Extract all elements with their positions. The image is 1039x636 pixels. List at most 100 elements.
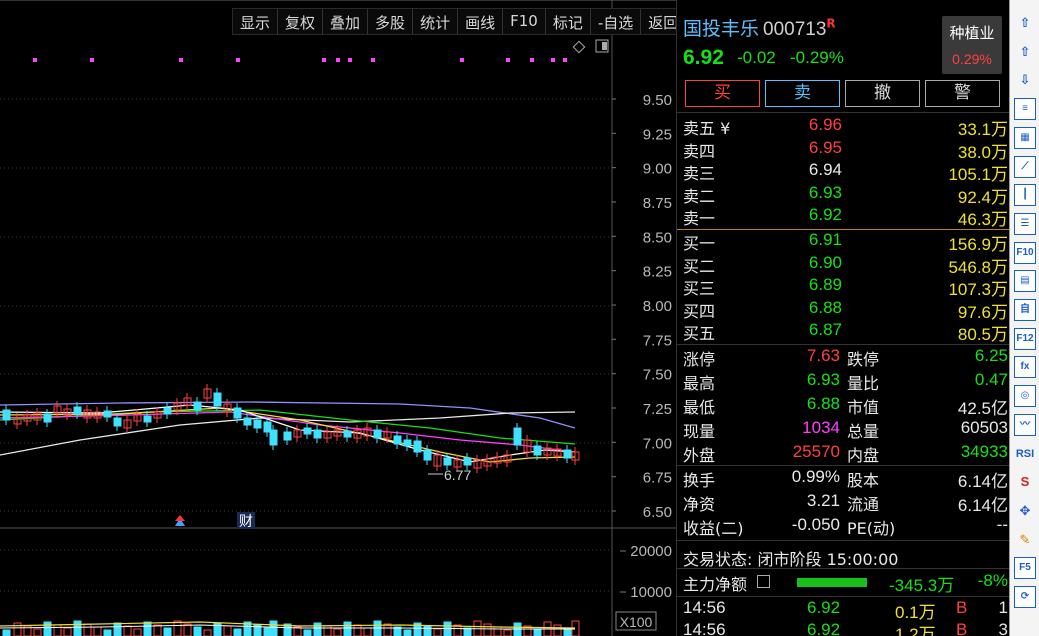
f5-icon[interactable]: F5 — [1014, 557, 1036, 580]
tick-price: 6.92 — [807, 620, 841, 636]
toolbar-item-7[interactable]: 标记 — [546, 9, 591, 34]
volume-bar — [203, 629, 212, 636]
diamond-icon — [572, 40, 586, 54]
main-net-flow[interactable]: 主力净额 -345.3万 -8% — [677, 571, 1010, 595]
news-icon[interactable]: ☰ — [1014, 212, 1036, 235]
asks-label: 卖三 — [683, 164, 716, 184]
line-chart-icon[interactable]: ⟋ — [1014, 155, 1036, 178]
volume-bar — [333, 628, 342, 636]
stat-label: 股本 — [847, 471, 880, 490]
notice-icon[interactable]: 自 — [1014, 299, 1036, 321]
up-hollow-arrow-icon[interactable]: ⇧ — [1014, 41, 1036, 63]
tick-row[interactable]: 14:56 6.92 1.2万 B 3 — [677, 620, 1010, 636]
bids-row[interactable]: 买四 6.88 97.6万 — [677, 298, 1010, 322]
signal-dot — [348, 58, 352, 62]
bids-volume: 107.3万 — [948, 280, 1008, 300]
cancel-order-button[interactable]: 撤 — [845, 80, 920, 107]
formula-icon[interactable]: fx — [1014, 356, 1036, 379]
volume-bar — [343, 621, 352, 636]
toolbar-item-3[interactable]: 多股 — [368, 9, 414, 34]
industry-pct: 0.29% — [952, 51, 992, 67]
asks-volume: 46.3万 — [957, 210, 1008, 230]
bids-volume: 546.8万 — [948, 257, 1008, 277]
doc-icon[interactable]: ▤ — [1014, 270, 1036, 293]
bids-row[interactable]: 买三 6.89 107.3万 — [677, 275, 1010, 300]
kline-chart-area[interactable]: 9.50 9.25 9.00 8.75 8.50 8.25 8.00 7.75 7.50 7.25… — [0, 0, 687, 636]
stat-value: -0.050 — [791, 515, 840, 534]
asks-row[interactable]: 卖二 6.93 92.4万 — [677, 183, 1010, 207]
toolbar-item-8[interactable]: -自选 — [591, 9, 642, 34]
signal-dot — [322, 58, 326, 62]
rsi-icon[interactable]: RSI — [1014, 443, 1036, 465]
grid-icon[interactable]: ▦ — [1014, 126, 1036, 149]
volume-axis-label: 20000 — [630, 543, 672, 560]
signal-dot — [563, 58, 567, 62]
stat-value: -- — [996, 515, 1008, 534]
volume-bar — [433, 628, 442, 636]
stock-title[interactable]: 国投丰乐 000713R — [683, 14, 836, 41]
volume-bar — [53, 624, 62, 636]
bids-row[interactable]: 买二 6.90 546.8万 — [677, 253, 1010, 277]
toolbar-item-0[interactable]: 显示 — [233, 9, 279, 34]
buy-button[interactable]: 买 — [685, 80, 760, 107]
asks-volume: 38.0万 — [957, 142, 1008, 162]
stat-value: 42.5亿 — [957, 399, 1008, 418]
f12-icon[interactable]: F12 — [1014, 327, 1036, 350]
list-icon[interactable]: ≡ — [1014, 98, 1036, 121]
volume-bar — [269, 620, 278, 636]
asks-row[interactable]: 卖一 6.92 46.3万 — [677, 205, 1010, 230]
candle-body — [2, 409, 11, 421]
candle-body — [213, 392, 222, 407]
toolbar-item-4[interactable]: 统计 — [413, 9, 459, 34]
divider — [677, 596, 1010, 597]
move-icon[interactable]: ✥ — [1014, 500, 1036, 522]
refresh-icon[interactable]: ⟳ — [1014, 586, 1036, 608]
dollar-icon[interactable]: S — [1014, 471, 1036, 493]
stats2-row: 收益(二) -0.050 PE(动) -- — [677, 515, 1010, 539]
stat-value: 34933 — [960, 442, 1008, 461]
wave-icon[interactable]: 〰 — [1014, 413, 1036, 436]
toolbar-item-6[interactable]: F10 — [503, 9, 546, 34]
down-hollow-arrow-icon[interactable]: ⇩ — [1014, 69, 1036, 91]
candle-body — [233, 407, 242, 419]
bids-row[interactable]: 买五 6.87 80.5万 — [677, 320, 1010, 345]
industry-box[interactable]: 种植业 0.29% — [942, 16, 1002, 74]
candle-body — [193, 401, 202, 411]
volume-bar — [173, 620, 182, 636]
flow-bar — [797, 578, 867, 587]
candle-body — [313, 429, 322, 439]
asks-price: 6.94 — [808, 160, 842, 180]
asks-row[interactable]: 卖三 6.94 105.1万 — [677, 160, 1010, 184]
stat-value: 60503 — [960, 418, 1008, 437]
toolbar-item-5[interactable]: 画线 — [458, 9, 504, 34]
up-arrow-icon[interactable]: ⇧ — [1014, 12, 1036, 34]
volume-bar — [533, 628, 542, 636]
stat-label: 市值 — [847, 398, 880, 417]
circle-icon[interactable]: ◎ — [1014, 385, 1036, 408]
asks-label: 卖二 — [683, 186, 716, 206]
f10-icon[interactable]: F10 — [1014, 241, 1036, 264]
flow-detail-icon[interactable] — [757, 575, 770, 588]
sell-button[interactable]: 卖 — [765, 80, 840, 107]
asks-label: 卖五 ¥ — [683, 119, 731, 138]
price-change: -0.02 — [737, 48, 776, 67]
candle-body — [43, 413, 52, 423]
toolbar-item-1[interactable]: 复权 — [278, 9, 324, 34]
price-axis-label: 6.75 — [643, 470, 672, 487]
candle-icon[interactable]: ┃ — [1014, 184, 1036, 207]
candle-body — [143, 415, 152, 423]
stat-value: 6.93 — [806, 370, 840, 389]
candle-body — [513, 427, 522, 446]
volume-bar — [503, 629, 512, 636]
bids-volume: 80.5万 — [957, 325, 1008, 345]
toolbar-item-2[interactable]: 叠加 — [323, 9, 369, 34]
asks-row[interactable]: 卖四 6.95 38.0万 — [677, 138, 1010, 162]
alert-button[interactable]: 警 — [925, 80, 1000, 107]
kline-chart[interactable]: 9.50 9.25 9.00 8.75 8.50 8.25 8.00 7.75 7.50 7.25… — [0, 0, 676, 636]
asks-row[interactable]: 卖五 ¥ 6.96 33.1万 — [677, 115, 1010, 139]
tick-row[interactable]: 14:56 6.92 0.1万 B 1 — [677, 598, 1010, 622]
volume-bar — [213, 622, 222, 636]
pen-icon[interactable]: ✎ — [1014, 529, 1036, 551]
bids-row[interactable]: 买一 6.91 156.9万 — [677, 230, 1010, 254]
volume-bar — [93, 626, 102, 636]
